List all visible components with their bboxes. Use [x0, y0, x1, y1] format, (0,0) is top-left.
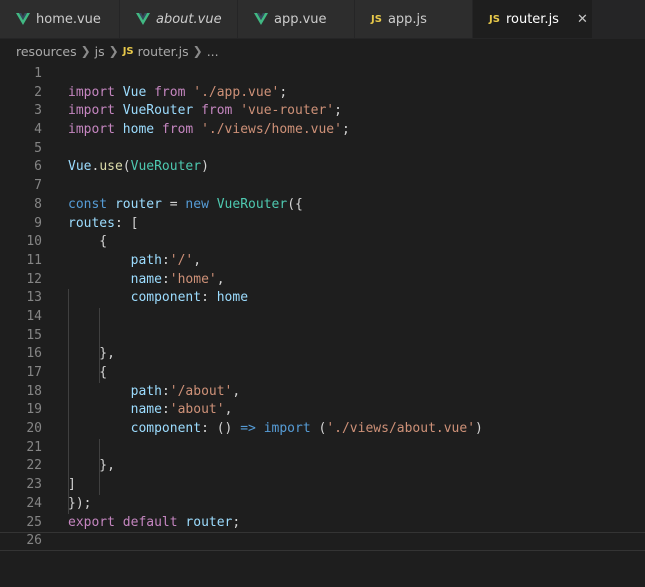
- code-line[interactable]: 10 {: [0, 233, 645, 252]
- code-line[interactable]: 5: [0, 140, 645, 159]
- code-line[interactable]: 17 {: [0, 364, 645, 383]
- code-text: {: [68, 234, 108, 250]
- chevron-right-icon: ❯: [108, 44, 119, 58]
- line-number: 11: [26, 252, 42, 268]
- code-text: });: [68, 495, 92, 511]
- line-number: 16: [26, 346, 42, 362]
- tab-label: app.js: [387, 11, 427, 27]
- code-line[interactable]: 7: [0, 177, 645, 196]
- code-line[interactable]: 23]: [0, 476, 645, 495]
- line-number: 1: [34, 66, 42, 81]
- code-line[interactable]: 12 name:'home',: [0, 271, 645, 290]
- code-line[interactable]: 21: [0, 439, 645, 458]
- line-number: 26: [26, 533, 42, 549]
- code-line[interactable]: 3 import VueRouter from 'vue-router';: [0, 102, 645, 121]
- tab-app-vue[interactable]: app.vue: [238, 0, 355, 38]
- breadcrumb-file-router[interactable]: router.js: [138, 44, 189, 59]
- code-text: Vue.use(VueRouter): [68, 159, 209, 175]
- code-line[interactable]: 19 name:'about',: [0, 401, 645, 420]
- line-number: 9: [34, 215, 42, 231]
- code-text: const router = new VueRouter({: [68, 196, 303, 212]
- code-line[interactable]: 1: [0, 65, 645, 84]
- tab-home-vue[interactable]: home.vue: [0, 0, 120, 38]
- line-number: 6: [34, 159, 42, 175]
- code-line[interactable]: 6 Vue.use(VueRouter): [0, 158, 645, 177]
- code-text: component: home: [130, 290, 249, 306]
- line-number: 21: [26, 439, 42, 455]
- close-icon[interactable]: ✕: [577, 12, 588, 27]
- breadcrumb: resources ❯ js ❯ JS router.js ❯ ...: [0, 39, 645, 63]
- code-text: routes: [: [68, 215, 139, 231]
- line-number: 12: [26, 271, 42, 287]
- line-number: 7: [34, 178, 42, 194]
- chevron-right-icon: ❯: [80, 44, 91, 58]
- tab-label: home.vue: [36, 11, 101, 27]
- line-number: 24: [26, 495, 42, 511]
- js-file-icon: JS: [489, 13, 500, 25]
- code-line[interactable]: 8 const router = new VueRouter({: [0, 196, 645, 215]
- code-line[interactable]: 11 path:'/',: [0, 252, 645, 271]
- line-number: 23: [26, 477, 42, 493]
- code-text: name:'about',: [130, 402, 233, 418]
- line-number: 5: [34, 140, 42, 156]
- tab-router-js[interactable]: JS router.js ✕: [473, 0, 593, 38]
- code-text: import VueRouter from 'vue-router';: [68, 103, 342, 119]
- code-text: component: () => import ('./views/about.…: [130, 421, 483, 437]
- tab-label: app.vue: [274, 11, 327, 27]
- tab-label: about.vue: [156, 11, 222, 27]
- code-text: import Vue from './app.vue';: [68, 84, 288, 100]
- vue-icon: [16, 13, 30, 25]
- code-text: export default router;: [68, 514, 241, 530]
- code-line[interactable]: 4 import home from './views/home.vue';: [0, 121, 645, 140]
- code-text: ]: [68, 477, 76, 493]
- line-number: 10: [26, 234, 42, 250]
- line-number: 3: [34, 103, 42, 119]
- line-number: 2: [34, 84, 42, 100]
- line-number: 22: [26, 458, 42, 474]
- tab-about-vue[interactable]: about.vue: [120, 0, 238, 38]
- line-number: 4: [34, 122, 42, 138]
- code-line[interactable]: 22 },: [0, 457, 645, 476]
- code-line[interactable]: 15: [0, 327, 645, 346]
- code-line[interactable]: 25 export default router;: [0, 514, 645, 533]
- vue-icon: [136, 13, 150, 25]
- code-text: },: [68, 458, 115, 474]
- code-editor[interactable]: 1 2 import Vue from './app.vue'; 3 import Vu…: [0, 65, 645, 551]
- line-number: 13: [26, 290, 42, 306]
- code-text: import home from './views/home.vue';: [68, 122, 350, 138]
- tab-app-js[interactable]: JS app.js: [355, 0, 473, 38]
- code-text: },: [68, 346, 115, 362]
- code-line[interactable]: 18 path:'/about',: [0, 383, 645, 402]
- js-file-icon: JS: [371, 13, 382, 25]
- code-line[interactable]: 9 routes: [: [0, 215, 645, 234]
- code-line[interactable]: 2 import Vue from './app.vue';: [0, 84, 645, 103]
- vue-icon: [254, 13, 268, 25]
- breadcrumb-symbol-ellipsis[interactable]: ...: [207, 44, 219, 59]
- breadcrumb-folder-js[interactable]: js: [95, 44, 105, 59]
- line-number: 25: [26, 514, 42, 530]
- line-number: 15: [26, 327, 42, 343]
- line-number: 18: [26, 383, 42, 399]
- code-line[interactable]: 13 component: home: [0, 289, 645, 308]
- code-line[interactable]: 20 component: () => import ('./views/abo…: [0, 420, 645, 439]
- code-line[interactable]: 14: [0, 308, 645, 327]
- code-text: path:'/',: [130, 252, 202, 268]
- line-number: 8: [34, 196, 42, 212]
- code-line[interactable]: 16 },: [0, 345, 645, 364]
- js-file-icon: JS: [122, 45, 134, 57]
- editor-tab-bar: home.vue about.vue app.vue JS app.js JS router…: [0, 0, 645, 39]
- line-number: 19: [26, 402, 42, 418]
- tab-label: router.js: [505, 11, 559, 27]
- code-text: name:'home',: [130, 271, 225, 287]
- line-number: 14: [26, 308, 42, 324]
- code-line[interactable]: 26: [0, 532, 645, 551]
- line-number: 17: [26, 365, 42, 380]
- code-text: path:'/about',: [130, 383, 241, 399]
- line-number: 20: [26, 421, 42, 437]
- code-text: {: [68, 365, 108, 380]
- breadcrumb-folder-resources[interactable]: resources: [16, 44, 77, 59]
- chevron-right-icon: ❯: [192, 44, 203, 58]
- code-line[interactable]: 24});: [0, 495, 645, 514]
